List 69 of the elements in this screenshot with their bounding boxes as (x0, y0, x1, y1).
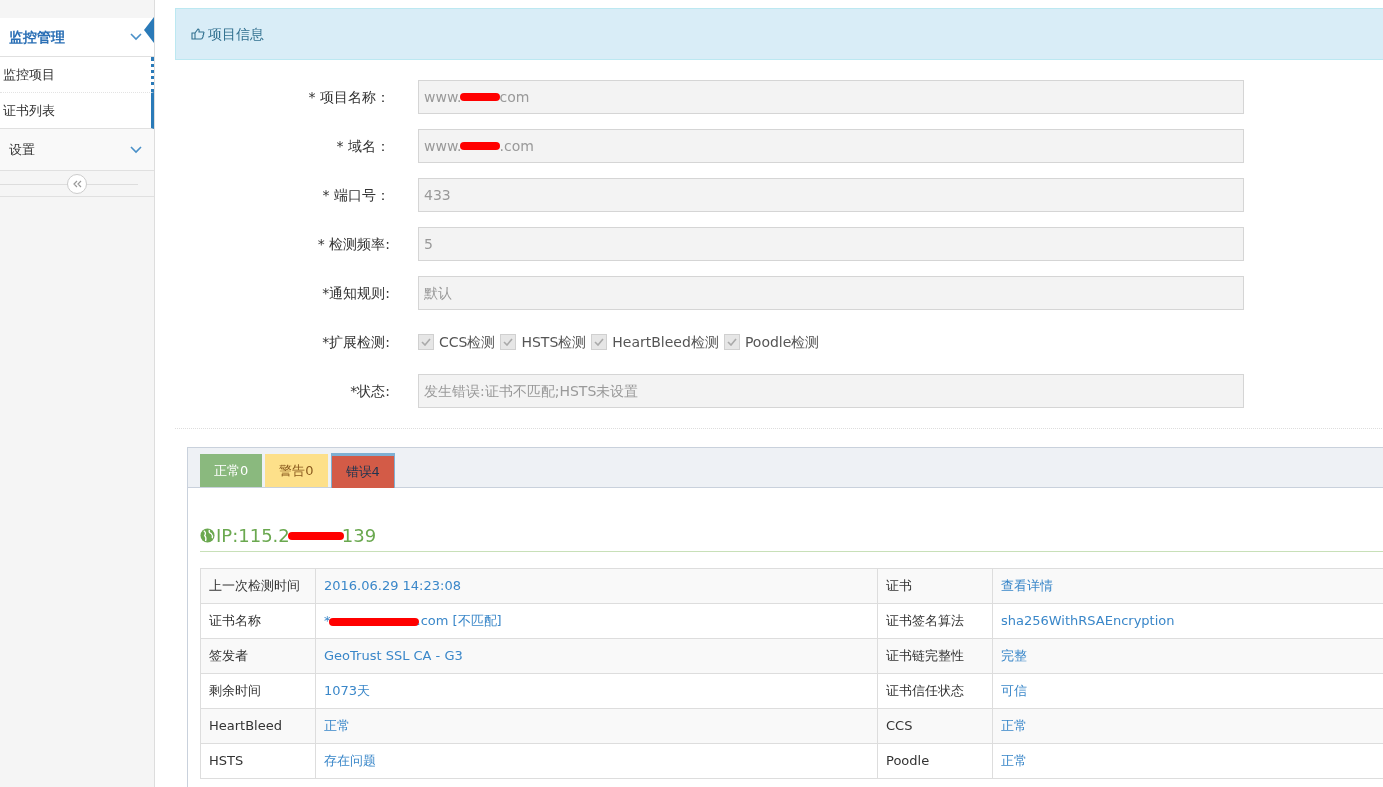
menu-item[interactable]: 监控项目 (0, 57, 154, 93)
field-label: *状态: (349, 381, 391, 401)
active-pointer-icon (144, 17, 154, 43)
double-chevron-left-icon (72, 179, 82, 188)
collapse-sidebar-button[interactable] (67, 173, 87, 194)
field-label: * 检测频率: (316, 234, 391, 254)
field-label: * 域名： (335, 136, 391, 156)
table-cell: * .com [不匹配] (315, 603, 878, 639)
checkbox[interactable] (418, 334, 434, 350)
text-field[interactable]: 默认 (418, 276, 1244, 310)
check-icon (421, 338, 431, 346)
chevron-down-icon (130, 33, 142, 41)
field-value: www. (424, 87, 462, 107)
panel-title: 项目信息 (208, 24, 264, 44)
table-cell: 存在问题 (315, 743, 878, 779)
status-tab[interactable]: 错误4 (330, 453, 395, 488)
menu-group[interactable]: 设置 (0, 129, 154, 171)
field-value: 发生错误:证书不匹配;HSTS未设置 (424, 381, 639, 401)
checkbox-label: HSTS检测 (521, 332, 587, 352)
checkbox-label: Poodle检测 (744, 332, 820, 352)
table-cell: 证书签名算法 (877, 603, 993, 639)
menu-item[interactable]: 证书列表 (0, 93, 154, 129)
text-field[interactable]: 5 (418, 227, 1244, 261)
text-field[interactable]: 发生错误:证书不匹配;HSTS未设置 (418, 374, 1244, 408)
check-icon (726, 338, 737, 346)
menu-group[interactable]: 监控管理 (0, 18, 154, 57)
field-value: www. (424, 136, 462, 156)
checkbox-label: HeartBleed检测 (612, 332, 719, 352)
check-icon (594, 338, 605, 346)
table-cell: 上一次检测时间 (200, 568, 316, 604)
field-label: *通知规则: (321, 283, 391, 303)
chevron-down-icon (130, 145, 142, 154)
checkbox[interactable] (591, 334, 608, 350)
table-cell: Poodle (877, 743, 993, 779)
field-value: .com (499, 136, 534, 156)
text-field[interactable]: www. .com (418, 129, 1244, 163)
text-field[interactable]: 433 (418, 178, 1244, 212)
table-cell: 证书名称 (200, 603, 316, 639)
table-cell: 证书链完整性 (877, 638, 993, 674)
field-value: 433 (424, 185, 451, 205)
table-cell: 签发者 (200, 638, 316, 674)
table-cell: HSTS (200, 743, 316, 779)
field-label: * 端口号： (321, 185, 391, 205)
table-cell: HeartBleed (200, 708, 316, 744)
field-label: *扩展检测: (321, 332, 391, 352)
checkbox[interactable] (723, 334, 740, 350)
status-tab[interactable]: 正常0 (200, 454, 263, 487)
table-cell: 2016.06.29 14:23:08 (315, 568, 878, 604)
table-cell: 剩余时间 (200, 673, 316, 709)
checkbox[interactable] (500, 334, 517, 350)
ip-heading: IP:115.2 139 (200, 524, 1383, 552)
status-tab[interactable]: 警告0 (265, 454, 328, 487)
table-cell: 正常 (315, 708, 878, 744)
globe-icon (200, 528, 215, 543)
field-value: 默认 (424, 283, 452, 303)
table-cell: CCS (877, 708, 993, 744)
table-cell: 证书 (877, 568, 993, 604)
field-value: com (499, 87, 530, 107)
checkbox-label: CCS检测 (439, 332, 496, 352)
field-label: * 项目名称： (307, 87, 391, 107)
menu-group-label: 监控管理 (9, 27, 65, 47)
check-icon (503, 338, 514, 346)
table-cell: 证书信任状态 (877, 673, 993, 709)
menu-group-label: 设置 (9, 140, 35, 159)
table-cell: 1073天 (315, 673, 878, 709)
text-field[interactable]: www. com (418, 80, 1244, 114)
table-cell: 查看详情 (992, 568, 1383, 604)
field-value: 5 (424, 234, 433, 254)
table-cell: GeoTrust SSL CA - G3 (315, 638, 878, 674)
